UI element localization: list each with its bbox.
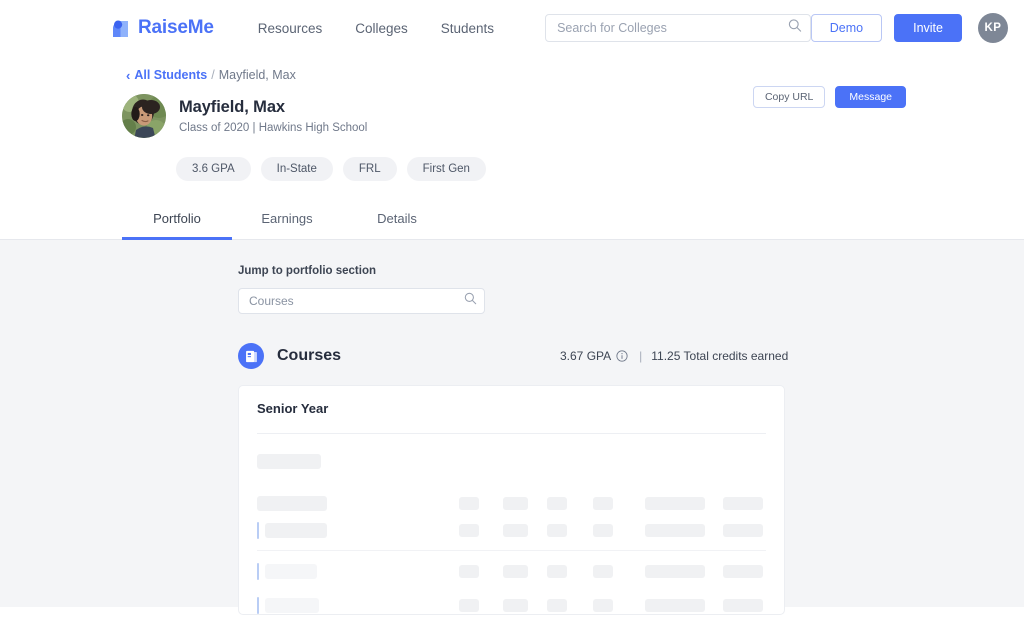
skeleton-block	[459, 496, 479, 510]
skeleton-block	[503, 496, 528, 510]
skeleton-cells	[459, 564, 763, 578]
tab-details[interactable]: Details	[342, 199, 452, 239]
info-circle-icon[interactable]	[616, 350, 628, 362]
invite-button[interactable]: Invite	[894, 14, 962, 42]
courses-section-stats: 3.67 GPA | 11.25 Total credits earned	[560, 349, 788, 363]
skeleton-block	[459, 598, 479, 612]
breadcrumb: ‹ All Students / Mayfield, Max	[0, 68, 1024, 82]
skeleton-block	[257, 453, 321, 469]
skeleton-block	[503, 598, 528, 612]
skeleton-block	[503, 564, 528, 578]
breadcrumb-back-chevron-icon[interactable]: ‹	[126, 69, 130, 82]
skeleton-accent-bar	[257, 522, 259, 539]
breadcrumb-separator: /	[211, 68, 215, 82]
courses-section-title: Courses	[277, 347, 342, 364]
skeleton-block	[645, 496, 705, 510]
skeleton-block	[459, 564, 479, 578]
skeleton-cells	[459, 598, 763, 612]
skeleton-row	[257, 592, 766, 614]
senior-year-title: Senior Year	[257, 401, 329, 416]
skeleton-block	[257, 495, 327, 511]
jump-to-section-input[interactable]	[238, 288, 485, 314]
skeleton-block	[547, 598, 567, 612]
skeleton-block	[265, 597, 319, 613]
skeleton-block	[723, 598, 763, 612]
skeleton-cells	[459, 523, 763, 537]
search-input[interactable]	[545, 14, 811, 42]
courses-credits-value: 11.25 Total credits earned	[651, 349, 789, 363]
student-avatar-photo	[122, 94, 166, 138]
nav-right-actions: Demo Invite KP	[810, 13, 1008, 43]
raiseme-logo[interactable]: RaiseMe	[110, 17, 214, 39]
college-search	[545, 14, 811, 42]
skeleton-row	[257, 558, 766, 584]
demo-button[interactable]: Demo	[810, 14, 883, 42]
skeleton-block	[547, 496, 567, 510]
skeleton-row	[257, 450, 766, 472]
skeleton-block	[645, 523, 705, 537]
skeleton-block	[593, 523, 613, 537]
breadcrumb-all-students-link[interactable]: All Students	[134, 68, 207, 82]
skeleton-row	[257, 517, 766, 543]
student-meta: Mayfield, Max Class of 2020 | Hawkins Hi…	[179, 98, 367, 134]
skeleton-block	[459, 523, 479, 537]
chip-gpa[interactable]: 3.6 GPA	[176, 157, 251, 181]
portfolio-panel: Jump to portfolio section Courses 3.67 G…	[0, 240, 1024, 615]
nav-link-resources[interactable]: Resources	[258, 21, 323, 36]
jump-to-section-field	[238, 288, 485, 314]
skeleton-block	[265, 522, 327, 538]
chip-frl[interactable]: FRL	[342, 157, 397, 181]
student-subtitle: Class of 2020 | Hawkins High School	[179, 122, 368, 134]
skeleton-block	[593, 564, 613, 578]
skeleton-block	[265, 563, 317, 579]
message-button[interactable]: Message	[835, 86, 906, 108]
user-avatar[interactable]: KP	[978, 13, 1008, 43]
breadcrumb-current: Mayfield, Max	[218, 68, 296, 82]
courses-loading-skeleton	[257, 450, 766, 614]
skeleton-accent-bar	[257, 563, 259, 580]
book-icon	[238, 343, 264, 369]
student-tag-chips: 3.6 GPA In-State FRL First Gen	[0, 138, 1024, 181]
senior-year-card: Senior Year	[238, 385, 785, 615]
skeleton-accent-bar	[257, 597, 259, 614]
skeleton-row-divider	[257, 550, 766, 551]
raiseme-logo-icon	[110, 18, 131, 39]
copy-url-button[interactable]: Copy URL	[752, 86, 826, 108]
nav-link-students[interactable]: Students	[441, 21, 494, 36]
chip-in-state[interactable]: In-State	[260, 157, 333, 181]
nav-link-colleges[interactable]: Colleges	[355, 21, 408, 36]
tab-earnings[interactable]: Earnings	[232, 199, 342, 239]
student-name: Mayfield, Max	[179, 98, 285, 116]
skeleton-block	[593, 598, 613, 612]
primary-nav-links: Resources Colleges Students	[258, 21, 494, 36]
profile-actions: Copy URL Message	[752, 86, 906, 108]
skeleton-block	[503, 523, 528, 537]
skeleton-cells	[459, 496, 763, 510]
top-navigation-bar: RaiseMe Resources Colleges Students Demo…	[0, 0, 1024, 56]
skeleton-block	[593, 496, 613, 510]
skeleton-row	[257, 490, 766, 516]
courses-section-header: Courses 3.67 GPA | 11.25 Total credits e…	[0, 343, 1024, 369]
skeleton-block	[723, 564, 763, 578]
stats-divider: |	[639, 349, 643, 363]
profile-header: ‹ All Students / Mayfield, Max Mayfield,…	[0, 56, 1024, 240]
skeleton-block	[547, 564, 567, 578]
tab-portfolio[interactable]: Portfolio	[122, 199, 232, 240]
skeleton-block	[547, 523, 567, 537]
card-divider	[257, 433, 766, 434]
jump-to-section-label: Jump to portfolio section	[238, 265, 376, 277]
student-identity-row: Mayfield, Max Class of 2020 | Hawkins Hi…	[0, 82, 1024, 138]
skeleton-block	[723, 496, 763, 510]
skeleton-block	[645, 598, 705, 612]
chip-first-gen[interactable]: First Gen	[406, 157, 486, 181]
raiseme-logo-text: RaiseMe	[138, 17, 214, 38]
skeleton-block	[723, 523, 763, 537]
courses-gpa-value: 3.67 GPA	[560, 349, 612, 363]
skeleton-block	[645, 564, 705, 578]
profile-tabs: Portfolio Earnings Details	[0, 199, 1024, 240]
